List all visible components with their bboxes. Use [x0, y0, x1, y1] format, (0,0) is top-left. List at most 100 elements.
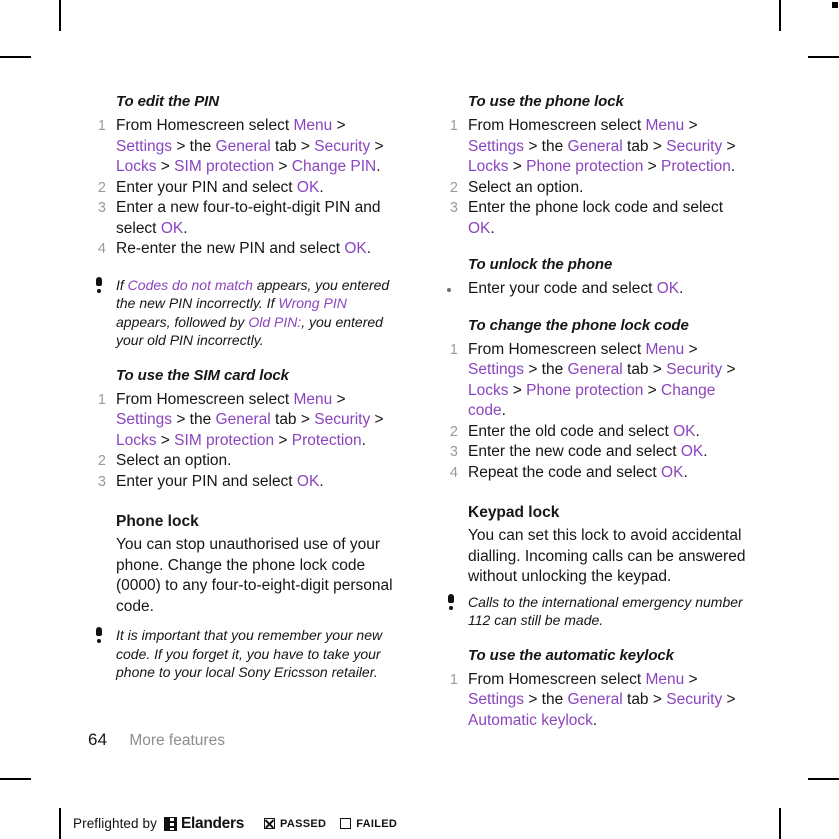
procedure-title: To use the SIM card lock [116, 366, 289, 384]
ui-path-link: Old PIN: [248, 313, 302, 330]
text-run: > [332, 117, 346, 134]
ui-path-link: Automatic keylock [468, 711, 593, 729]
text-run: > the [172, 411, 216, 428]
step-number: 4 [97, 241, 106, 257]
text-run: > [508, 381, 527, 399]
ui-path-link: OK [344, 240, 367, 257]
ui-path-link: General [215, 411, 271, 428]
step-item: 1 From Homescreen select Menu > Settings … [440, 116, 752, 178]
ui-path-link: Menu [645, 340, 685, 358]
step-item: 2 Enter the old code and select OK. [440, 422, 752, 443]
text-run: From Homescreen select [468, 340, 646, 358]
preflight-bar: Preflighted by Elanders PASSED FAILED [59, 808, 411, 839]
text-run: It is important that you remember your n… [116, 627, 383, 680]
text-run: > [370, 411, 384, 428]
step-text: From Homescreen select Menu > Settings >… [116, 391, 384, 449]
step-list: 1 From Homescreen select Menu > Settings … [440, 670, 752, 732]
step-text: From Homescreen select Menu > Settings >… [468, 671, 736, 729]
ui-path-link: Security [666, 137, 723, 155]
section-body: You can stop unauthorised use of your ph… [116, 536, 393, 615]
elanders-logo: Elanders [163, 814, 245, 833]
preflight-passed-label: PASSED [280, 817, 327, 830]
ui-path-link: OK [673, 422, 696, 440]
note-emergency-number: Calls to the international emergency num… [440, 593, 752, 630]
text-run: > [156, 158, 175, 175]
manual-page: To edit the PIN 1 From Homescreen select … [0, 0, 839, 780]
step-text: Re-enter the new PIN and select OK. [116, 240, 371, 257]
text-run: tab > [622, 691, 667, 708]
page-footer: 64 More features [88, 730, 225, 750]
step-item: 1 From Homescreen select Menu > Settings … [88, 116, 400, 178]
note-text: If Codes do not match appears, you enter… [116, 277, 389, 349]
ui-path-link: Phone protection [526, 158, 644, 175]
ui-path-link: OK [468, 219, 491, 237]
checkbox-checked-icon [264, 818, 276, 829]
step-number: 2 [97, 179, 106, 196]
text-run: > [274, 158, 292, 175]
procedure-title: To change the phone lock code [468, 316, 689, 334]
text-run: > [684, 670, 698, 688]
preflight-failed: FAILED [340, 818, 397, 830]
exclamation-icon [95, 627, 103, 645]
left-column: To edit the PIN 1 From Homescreen select … [88, 92, 400, 682]
ui-path-link: Protection [291, 431, 362, 449]
text-run: Enter the phone lock code and select [468, 199, 724, 216]
step-number: 2 [449, 179, 458, 196]
step-number: 3 [97, 473, 106, 490]
text-run: . [683, 463, 688, 481]
procedure-sim-card-lock: To use the SIM card lock 1 From Homescree… [88, 366, 400, 493]
text-run: From Homescreen select [468, 117, 646, 134]
text-run: tab > [622, 361, 667, 378]
text-run: . [703, 443, 708, 460]
procedure-edit-pin: To edit the PIN 1 From Homescreen select … [88, 92, 400, 260]
section-heading: Keypad lock [468, 504, 560, 521]
text-run: > [332, 390, 346, 408]
step-item: 4 Repeat the code and select OK. [440, 463, 752, 484]
ui-path-link: General [567, 361, 623, 378]
step-list: 1 From Homescreen select Menu > Settings … [88, 116, 400, 260]
step-number: 1 [449, 671, 458, 688]
text-run: . [376, 158, 381, 175]
ui-path-link: OK [661, 463, 684, 481]
ui-path-link: SIM protection [174, 158, 275, 175]
bullet-item: Enter your code and select OK. [440, 279, 752, 300]
step-text: From Homescreen select Menu > Settings >… [468, 117, 736, 175]
text-run: tab > [270, 137, 315, 155]
preflight-label: Preflighted by [73, 816, 157, 831]
procedure-title: To use the phone lock [468, 93, 624, 110]
text-run: Enter the old code and select [468, 422, 674, 440]
ui-path-link: OK [296, 472, 320, 490]
text-run: Select an option. [468, 178, 584, 196]
text-run: . [501, 402, 506, 419]
ui-path-link: Menu [293, 390, 333, 408]
text-run: > [643, 158, 662, 175]
text-run: Enter your PIN and select [116, 472, 297, 490]
text-run: Enter a new four-to-eight-digit PIN and … [116, 199, 381, 237]
step-text: Enter your PIN and select OK. [116, 473, 324, 490]
ui-path-link: Settings [468, 691, 525, 708]
ui-path-link: Menu [293, 117, 333, 134]
text-run: > the [524, 691, 568, 708]
text-run: > [508, 158, 527, 175]
text-run: > [684, 117, 698, 134]
ui-path-link: Menu [645, 670, 685, 688]
text-run: Enter the new code and select [468, 443, 681, 460]
ui-path-link: Locks [116, 431, 157, 449]
step-number: 1 [97, 391, 106, 408]
step-text: Select an option. [468, 179, 583, 196]
section-phone-lock: Phone lock You can stop unauthorised use… [88, 512, 400, 617]
text-run: . [695, 422, 700, 440]
section-keypad-lock: Keypad lock You can set this lock to avo… [440, 503, 752, 588]
ui-path-link: Security [666, 361, 723, 378]
step-number: 4 [449, 464, 458, 481]
ui-path-link: Security [666, 691, 723, 708]
exclamation-icon [95, 276, 103, 295]
text-run: > [722, 361, 736, 378]
note-text: It is important that you remember your n… [116, 627, 382, 680]
text-run: . [490, 219, 495, 237]
bullet-list: Enter your code and select OK. [440, 279, 752, 300]
elanders-wordmark: Elanders [180, 814, 245, 832]
step-text: Repeat the code and select OK. [468, 464, 688, 481]
step-number: 1 [449, 341, 458, 358]
step-text: Enter the new code and select OK. [468, 443, 708, 460]
